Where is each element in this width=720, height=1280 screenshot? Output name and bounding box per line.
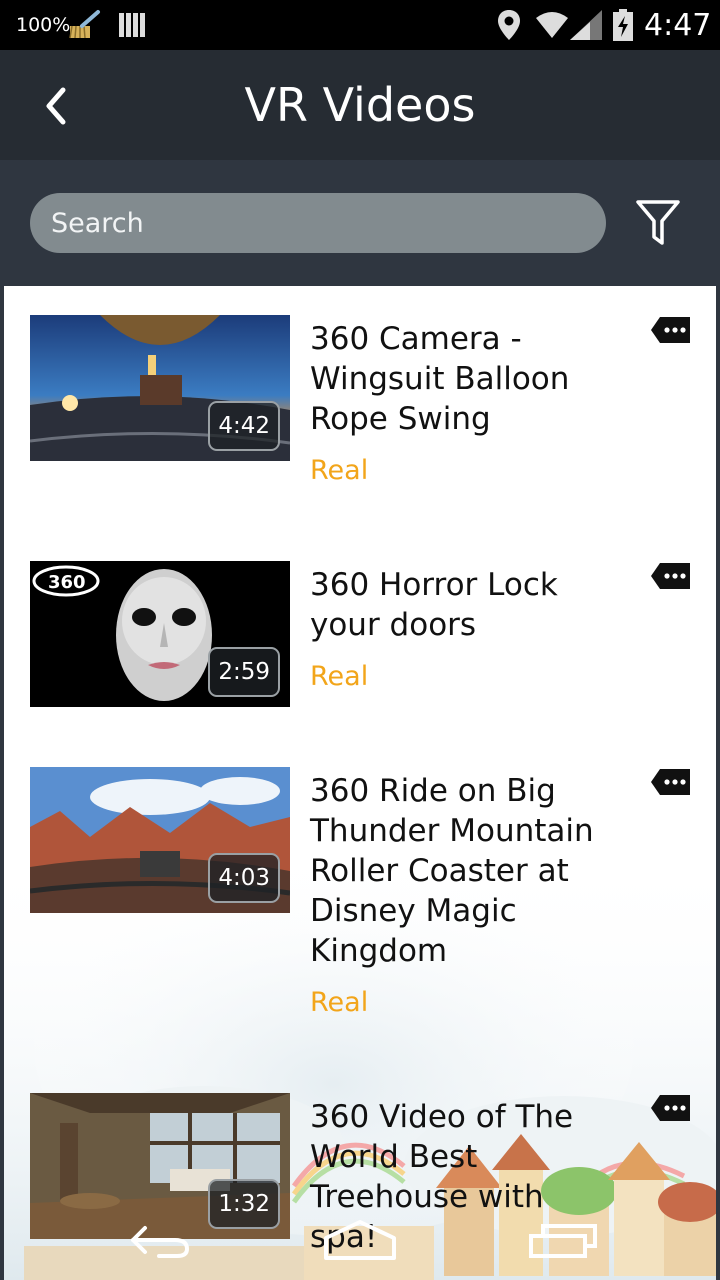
nav-back-button[interactable]	[120, 1210, 200, 1270]
search-bar	[0, 160, 720, 286]
video-tag: Real	[310, 455, 369, 486]
barcode-icon	[119, 13, 145, 37]
nav-recent-apps-button[interactable]	[522, 1210, 602, 1270]
video-thumbnail[interactable]: 4:03	[30, 767, 290, 913]
video-tag: Real	[310, 661, 369, 692]
recent-apps-icon	[529, 1224, 597, 1258]
video-duration: 2:59	[208, 647, 280, 697]
video-duration: 4:42	[208, 401, 280, 451]
location-icon	[498, 10, 520, 40]
battery-icon	[613, 9, 633, 41]
more-options-icon[interactable]	[650, 315, 692, 345]
search-field[interactable]	[30, 193, 606, 253]
360-badge: 360	[48, 572, 86, 593]
cleaner-icon	[69, 10, 100, 39]
video-thumbnail[interactable]: 360 2:59	[30, 561, 290, 707]
video-title[interactable]: 360 Ride on Big Thunder Mountain Roller …	[310, 771, 610, 971]
video-thumbnail[interactable]: 4:42	[30, 315, 290, 461]
more-options-icon[interactable]	[650, 561, 692, 591]
more-options-icon[interactable]	[650, 767, 692, 797]
status-bar: 100% 4:47	[0, 0, 720, 50]
app-bar: VR Videos	[0, 50, 720, 160]
page-title: VR Videos	[244, 78, 476, 132]
video-list[interactable]: 4:42 360 Camera - Wingsuit Balloon Rope …	[4, 286, 716, 1280]
video-list-item[interactable]: 4:03 360 Ride on Big Thunder Mountain Ro…	[30, 767, 716, 1047]
video-tag: Real	[310, 987, 369, 1018]
video-duration: 4:03	[208, 853, 280, 903]
video-list-item[interactable]: 4:42 360 Camera - Wingsuit Balloon Rope …	[30, 315, 716, 515]
search-input[interactable]	[30, 193, 606, 253]
battery-percent: 100%	[16, 14, 71, 36]
home-icon	[324, 1220, 396, 1260]
video-title[interactable]: 360 Camera - Wingsuit Balloon Rope Swing	[310, 319, 610, 439]
more-options-icon[interactable]	[650, 1093, 692, 1123]
nav-home-button[interactable]	[320, 1210, 400, 1270]
video-title[interactable]: 360 Horror Lock your doors	[310, 565, 610, 645]
back-icon	[131, 1226, 190, 1258]
filter-button[interactable]	[632, 196, 684, 250]
clock: 4:47	[644, 8, 712, 43]
video-list-item[interactable]: 360 2:59 360 Horror Lock your doors Real	[30, 561, 716, 741]
system-nav-bar	[0, 1200, 720, 1280]
filter-icon	[636, 200, 680, 245]
wifi-signal-icon	[536, 10, 602, 40]
